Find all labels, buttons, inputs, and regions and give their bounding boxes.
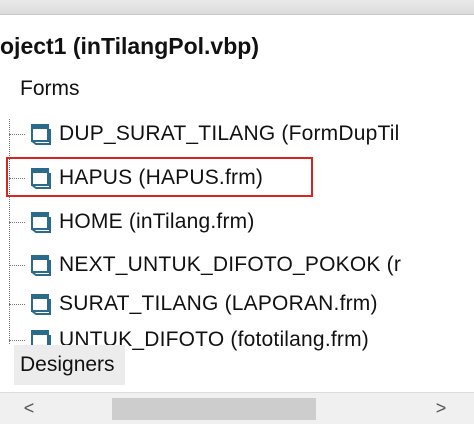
form-item-label: HAPUS (HAPUS.frm) [59,166,264,189]
tree-branch-line [9,264,25,266]
form-item-home[interactable]: HOME (inTilang.frm) [0,202,255,242]
horizontal-scrollbar[interactable]: < > [0,392,474,424]
folder-designers-label: Designers [20,353,115,376]
tree-branch-line [9,133,25,135]
chevron-right-icon: > [435,398,447,418]
form-icon [29,211,51,233]
tree-branch-line [9,303,25,305]
scroll-thumb[interactable] [112,398,316,420]
form-item-label: HOME (inTilang.frm) [59,210,255,233]
folder-forms[interactable]: Forms [20,69,80,109]
form-icon [29,254,51,276]
folder-designers[interactable]: Designers [14,345,125,385]
project-node[interactable]: oject1 (inTilangPol.vbp) [0,26,259,66]
folder-forms-label: Forms [20,77,80,100]
form-item-dup-surat-tilang[interactable]: DUP_SURAT_TILANG (FormDupTil [0,114,399,154]
chevron-left-icon: < [23,398,35,418]
form-icon [29,293,51,315]
scroll-left-arrow[interactable]: < [14,393,44,424]
form-item-next-untuk-difoto-pokok[interactable]: NEXT_UNTUK_DIFOTO_POKOK (r [0,245,401,285]
window-top-strip [0,0,474,15]
project-explorer-tree: oject1 (inTilangPol.vbp) Forms DUP_SURAT… [0,14,474,390]
form-item-label: NEXT_UNTUK_DIFOTO_POKOK (r [59,253,402,276]
form-item-surat-tilang[interactable]: SURAT_TILANG (LAPORAN.frm) [0,284,378,324]
form-item-label: SURAT_TILANG (LAPORAN.frm) [59,292,378,315]
form-icon [29,123,51,145]
tree-branch-line [9,339,25,341]
tree-branch-line [9,177,25,179]
tree-branch-line [9,221,25,223]
form-item-hapus[interactable]: HAPUS (HAPUS.frm) [0,158,263,198]
project-label: oject1 (inTilangPol.vbp) [0,32,259,59]
scroll-right-arrow[interactable]: > [426,393,456,424]
form-icon [29,167,51,189]
form-item-label: DUP_SURAT_TILANG (FormDupTil [59,122,400,145]
